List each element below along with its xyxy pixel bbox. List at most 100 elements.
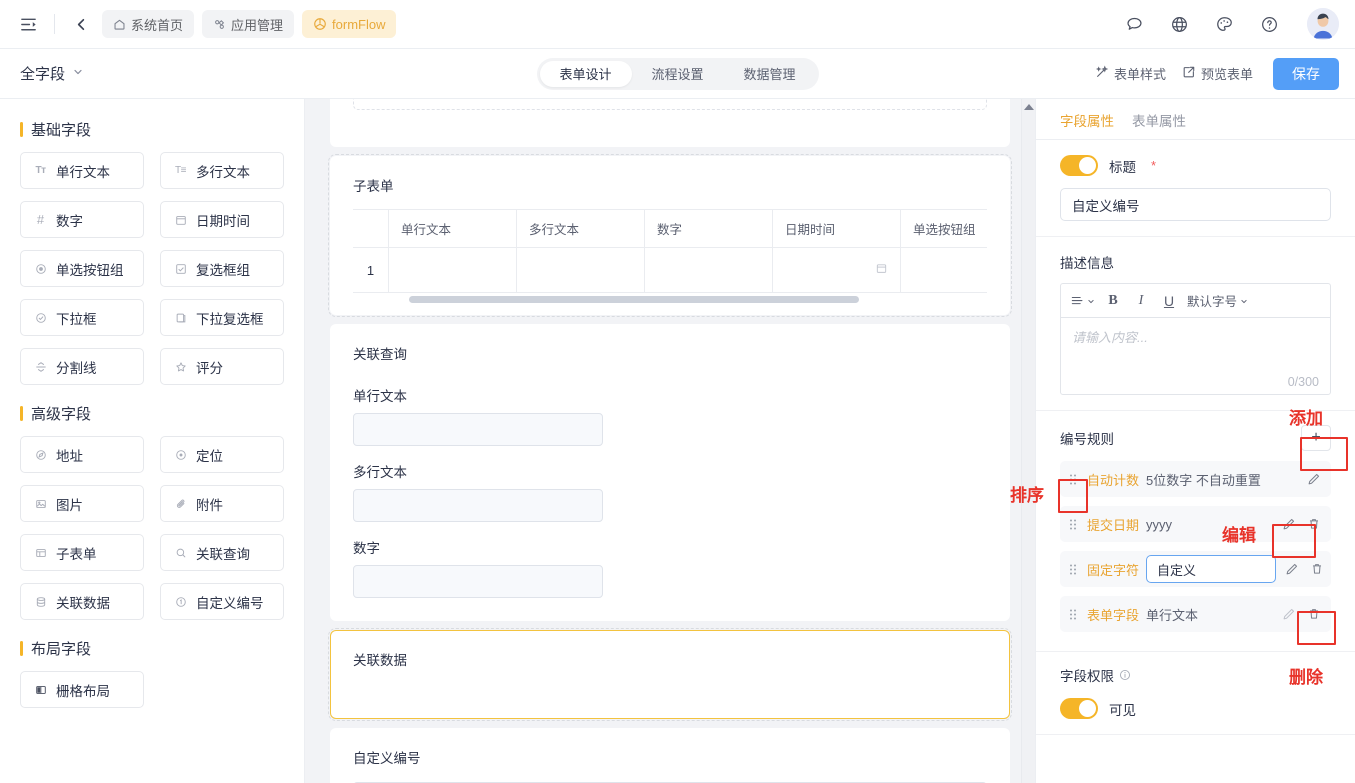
palette-item-address[interactable]: 地址 [20, 436, 144, 473]
rule-item-auto-count[interactable]: 自动计数 5位数字 不自动重置 [1060, 461, 1331, 497]
form-field-label: 关联数据 [353, 653, 407, 668]
form-card-relation-query[interactable]: 关联查询 单行文本 多行文本 数字 [330, 324, 1010, 621]
palette-item-attachment[interactable]: 附件 [160, 485, 284, 522]
palette-item-number[interactable]: # 数字 [20, 201, 144, 238]
breadcrumb-label: 应用管理 [231, 17, 284, 33]
breadcrumb-item-home[interactable]: 系统首页 [102, 10, 195, 38]
form-card-subform[interactable]: 子表单 单行文本 多行文本 数字 日期时间 单选按钮组 1 [328, 154, 1012, 317]
multi-line-text-input[interactable] [353, 489, 603, 522]
font-size-selector[interactable]: 默认字号 [1183, 288, 1252, 314]
palette-item-label: 单行文本 [56, 164, 110, 180]
palette-item-subform[interactable]: 子表单 [20, 534, 144, 571]
palette-item-single-line-text[interactable]: Tт 单行文本 [20, 152, 144, 189]
tab-process-settings[interactable]: 流程设置 [631, 61, 723, 87]
align-icon[interactable] [1067, 288, 1099, 314]
help-icon[interactable] [1255, 10, 1283, 38]
title-field-input[interactable]: 自定义编号 [1060, 188, 1331, 221]
rte-toolbar: B I U 默认字号 [1061, 284, 1330, 318]
palette-item-label: 数字 [56, 213, 83, 229]
palette-item-label: 复选框组 [196, 262, 250, 278]
palette-item-rating[interactable]: 评分 [160, 348, 284, 385]
palette-grid-basic: Tт 单行文本 T≡ 多行文本 # 数字 日期时间 单选按钮组 复选框组 下拉框… [20, 152, 284, 385]
breadcrumb-item-apps[interactable]: 应用管理 [202, 10, 295, 38]
toggle-knob [1079, 700, 1096, 717]
tab-form-properties[interactable]: 表单属性 [1132, 110, 1186, 130]
scroll-up-arrow-icon[interactable] [1023, 104, 1034, 110]
form-card-relation-data[interactable]: 关联数据 [328, 628, 1012, 721]
subform-cell[interactable] [901, 248, 991, 292]
preview-form-button[interactable]: 预览表单 [1182, 64, 1253, 83]
breadcrumb-item-formflow[interactable]: formFlow [302, 10, 397, 38]
form-field-number: 数字 [353, 537, 987, 598]
delete-trash-icon[interactable] [1305, 515, 1323, 533]
delete-trash-icon[interactable] [1308, 560, 1326, 578]
palette-section-advanced: 高级字段 地址 定位 图片 附件 子表单 关联查询 关联数据 自定义编号 [20, 403, 284, 620]
palette-item-dropdown[interactable]: 下拉框 [20, 299, 144, 336]
save-button[interactable]: 保存 [1273, 57, 1339, 90]
delete-trash-icon[interactable] [1305, 605, 1323, 623]
description-textarea[interactable]: 请输入内容... 0/300 [1061, 318, 1330, 394]
title-visibility-toggle[interactable] [1060, 155, 1098, 176]
tab-form-design[interactable]: 表单设计 [539, 60, 632, 87]
single-line-text-input[interactable] [353, 413, 603, 446]
rule-item-fixed-chars[interactable]: 固定字符 自定义 [1060, 551, 1331, 587]
chat-icon[interactable] [1120, 10, 1148, 38]
breadcrumb-label: 系统首页 [131, 17, 184, 33]
edit-pencil-icon[interactable] [1280, 605, 1298, 623]
palette-item-relation-data[interactable]: 关联数据 [20, 583, 144, 620]
form-field-single-line-text: 单行文本 [353, 385, 987, 446]
info-icon[interactable] [1119, 669, 1131, 681]
number-input[interactable] [353, 565, 603, 598]
edit-pencil-icon[interactable] [1280, 515, 1298, 533]
subform-cell[interactable] [773, 248, 901, 292]
subform-cell[interactable] [645, 248, 773, 292]
subform-cell[interactable] [389, 248, 517, 292]
palette-item-divider[interactable]: 分割线 [20, 348, 144, 385]
bold-button[interactable]: B [1099, 288, 1127, 314]
description-rich-text-editor: B I U 默认字号 请输入内容... 0/300 [1060, 283, 1331, 395]
palette-icon[interactable] [1210, 10, 1238, 38]
palette-item-multi-line-text[interactable]: T≡ 多行文本 [160, 152, 284, 189]
palette-item-relation-query[interactable]: 关联查询 [160, 534, 284, 571]
form-card-custom-serial[interactable]: 自定义编号 自动生成无需填写 [330, 728, 1010, 783]
tab-label: 数据管理 [743, 67, 796, 82]
rule-item-form-field[interactable]: 表单字段 单行文本 [1060, 596, 1331, 632]
edit-pencil-icon[interactable] [1305, 470, 1323, 488]
palette-item-radio-group[interactable]: 单选按钮组 [20, 250, 144, 287]
topbar-right [1120, 8, 1339, 40]
palette-item-grid-layout[interactable]: 栅格布局 [20, 671, 144, 708]
scrollbar-thumb[interactable] [409, 296, 859, 303]
hash-icon: # [36, 212, 45, 227]
form-card-partial[interactable] [330, 99, 1010, 147]
back-chevron-icon[interactable] [68, 11, 94, 37]
subform-data-row[interactable]: 1 [353, 248, 987, 293]
subform-horizontal-scrollbar[interactable] [353, 296, 987, 304]
form-style-button[interactable]: 表单样式 [1095, 64, 1166, 83]
drag-handle-icon[interactable] [1066, 473, 1080, 486]
palette-item-image[interactable]: 图片 [20, 485, 144, 522]
globe-icon[interactable] [1165, 10, 1193, 38]
field-scope-selector[interactable]: 全字段 [20, 63, 84, 84]
underline-button[interactable]: U [1155, 288, 1183, 314]
drag-handle-icon[interactable] [1066, 563, 1080, 576]
form-canvas[interactable]: 子表单 单行文本 多行文本 数字 日期时间 单选按钮组 1 关联查询 单行文本 … [305, 99, 1035, 783]
user-avatar[interactable] [1307, 8, 1339, 40]
palette-item-custom-serial[interactable]: 自定义编号 [160, 583, 284, 620]
canvas-vertical-scrollbar[interactable] [1021, 99, 1035, 783]
fixed-chars-input[interactable]: 自定义 [1146, 555, 1277, 583]
palette-item-location[interactable]: 定位 [160, 436, 284, 473]
drag-handle-icon[interactable] [1066, 518, 1080, 531]
sidebar-toggle-icon[interactable] [14, 10, 42, 38]
palette-item-checkbox-group[interactable]: 复选框组 [160, 250, 284, 287]
tab-data-management[interactable]: 数据管理 [724, 61, 816, 87]
subform-cell[interactable] [517, 248, 645, 292]
add-rule-button[interactable]: + [1301, 425, 1331, 451]
palette-item-multiselect[interactable]: 下拉复选框 [160, 299, 284, 336]
palette-item-datetime[interactable]: 日期时间 [160, 201, 284, 238]
tab-field-properties[interactable]: 字段属性 [1060, 110, 1114, 130]
drag-handle-icon[interactable] [1066, 608, 1080, 621]
rule-item-submit-date[interactable]: 提交日期 yyyy [1060, 506, 1331, 542]
italic-button[interactable]: I [1127, 288, 1155, 314]
field-visible-toggle[interactable] [1060, 698, 1098, 719]
edit-pencil-icon[interactable] [1283, 560, 1301, 578]
